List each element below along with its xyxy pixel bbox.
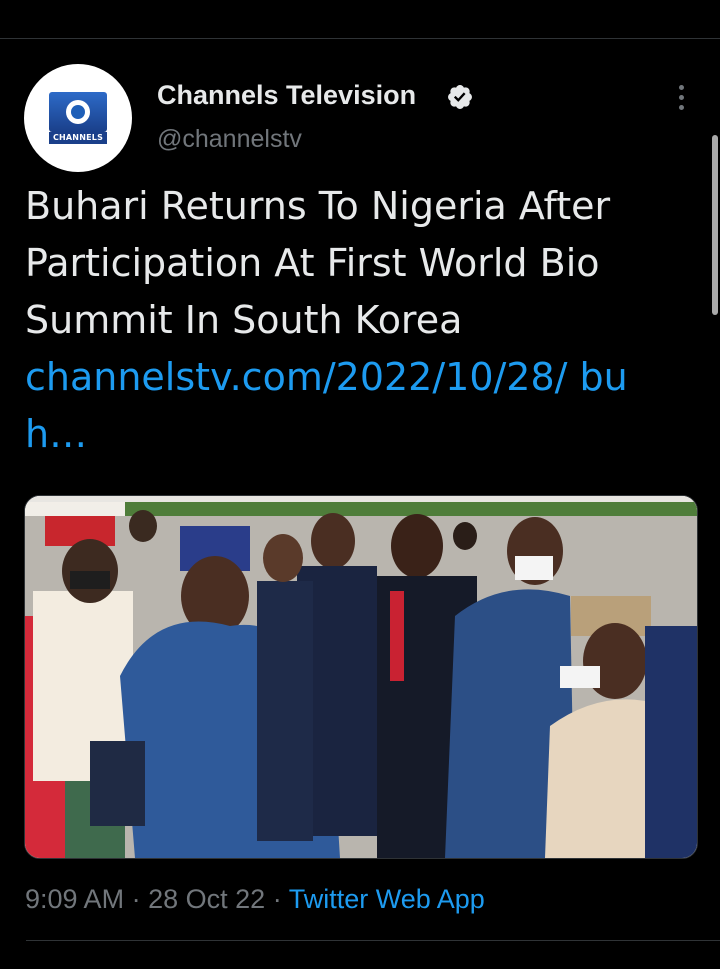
channels-logo: CHANNELS <box>49 92 107 144</box>
photo-illustration <box>25 496 697 858</box>
tweet-photo[interactable] <box>24 495 698 859</box>
tweet-text: Buhari Returns To Nigeria After Particip… <box>25 184 611 342</box>
bottom-divider <box>26 940 720 941</box>
more-options-icon[interactable] <box>668 80 694 114</box>
meta-separator: · <box>272 884 282 914</box>
avatar[interactable]: CHANNELS <box>24 64 132 172</box>
top-divider <box>0 38 720 39</box>
tweet-meta: 9:09 AM · 28 Oct 22 · Twitter Web App <box>25 884 485 915</box>
verified-badge-icon <box>448 85 472 109</box>
logo-emblem <box>49 92 107 132</box>
user-handle[interactable]: @channelstv <box>157 125 302 154</box>
tweet-date[interactable]: 28 Oct 22 <box>148 884 265 914</box>
logo-text: CHANNELS <box>49 132 107 144</box>
scrollbar[interactable] <box>712 135 718 315</box>
tweet-link[interactable]: channelstv.com/2022/10/28/ buh… <box>25 349 685 463</box>
tweet-source[interactable]: Twitter Web App <box>289 884 485 914</box>
meta-separator: · <box>131 884 141 914</box>
tweet-time[interactable]: 9:09 AM <box>25 884 124 914</box>
display-name[interactable]: Channels Television <box>157 80 416 111</box>
